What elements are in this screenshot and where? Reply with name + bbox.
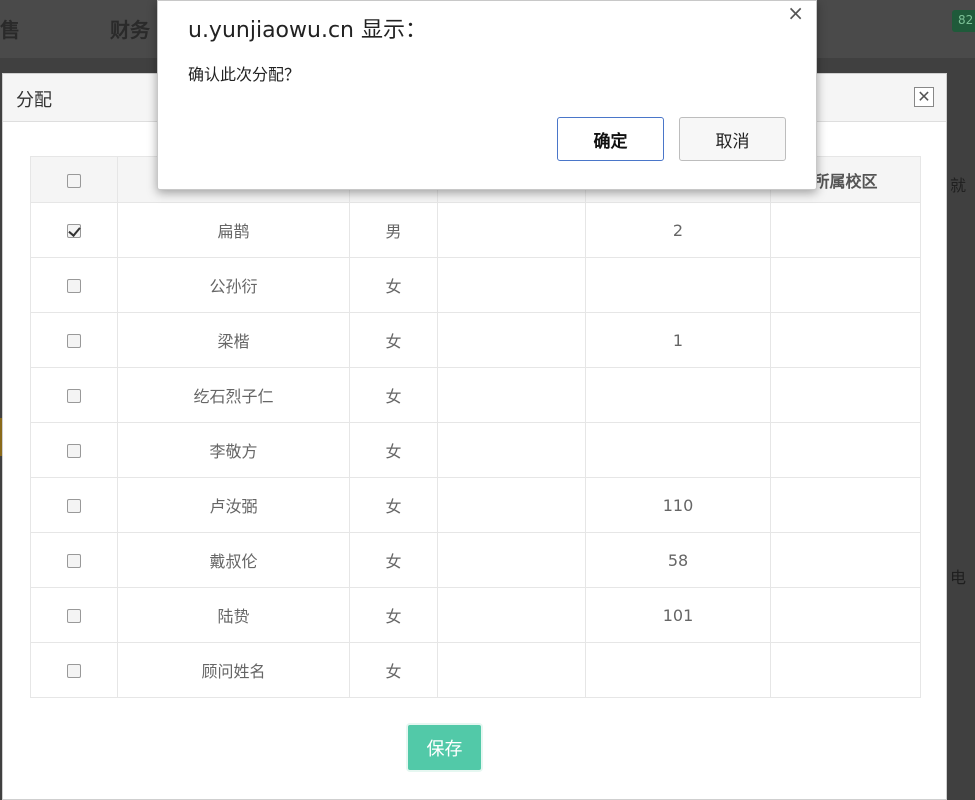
name-cell: 纥石烈子仁 xyxy=(117,367,350,423)
data-cell xyxy=(437,642,586,698)
table-row: 顾问姓名女 xyxy=(30,642,921,698)
confirm-message: 确认此次分配？ xyxy=(188,65,301,84)
row-checkbox[interactable] xyxy=(67,664,81,678)
background-text: 电 xyxy=(950,568,967,587)
data-cell xyxy=(437,367,586,423)
table-row: 公孙衍女 xyxy=(30,257,921,313)
table-row: 纥石烈子仁女 xyxy=(30,367,921,423)
table-row: 扁鹊男 2 xyxy=(30,202,921,258)
advisor-table: 所属校区 扁鹊男 2 公孙衍女梁楷女 1 纥石烈子仁女李敬方女卢汝弼女 110 戴叔伦女 58… xyxy=(30,156,921,698)
table-row: 戴叔伦女 58 xyxy=(30,532,921,588)
count-cell xyxy=(585,642,771,698)
count-cell: 101 xyxy=(585,587,771,643)
ok-button[interactable]: 确定 xyxy=(557,117,664,161)
gender-cell: 女 xyxy=(349,642,438,698)
select-all-cell xyxy=(30,156,118,203)
select-cell xyxy=(30,422,118,478)
select-cell xyxy=(30,312,118,368)
name-cell: 李敬方 xyxy=(117,422,350,478)
row-checkbox[interactable] xyxy=(67,444,81,458)
data-cell xyxy=(437,257,586,313)
modal-title: 分配 xyxy=(16,90,52,111)
select-cell xyxy=(30,532,118,588)
close-icon[interactable]: ✕ xyxy=(914,87,934,107)
cancel-button[interactable]: 取消 xyxy=(679,117,786,161)
gender-cell: 女 xyxy=(349,532,438,588)
campus-cell xyxy=(770,367,921,423)
data-cell xyxy=(437,422,586,478)
gender-cell: 女 xyxy=(349,422,438,478)
gender-cell: 女 xyxy=(349,257,438,313)
name-cell: 公孙衍 xyxy=(117,257,350,313)
confirm-title: u.yunjiaowu.cn 显示： xyxy=(188,18,427,43)
table-row: 卢汝弼女 110 xyxy=(30,477,921,533)
background-text: 就 xyxy=(950,176,967,195)
campus-cell xyxy=(770,642,921,698)
background-badge: 82 xyxy=(952,10,975,32)
background-nav-item: 财务 xyxy=(110,18,150,42)
gender-cell: 男 xyxy=(349,202,438,258)
count-cell: 110 xyxy=(585,477,771,533)
name-cell: 戴叔伦 xyxy=(117,532,350,588)
select-cell xyxy=(30,257,118,313)
row-checkbox[interactable] xyxy=(67,389,81,403)
data-cell xyxy=(437,477,586,533)
data-cell xyxy=(437,587,586,643)
count-cell xyxy=(585,422,771,478)
campus-cell xyxy=(770,477,921,533)
name-cell: 卢汝弼 xyxy=(117,477,350,533)
gender-cell: 女 xyxy=(349,367,438,423)
campus-cell xyxy=(770,532,921,588)
gender-cell: 女 xyxy=(349,312,438,368)
name-cell: 梁楷 xyxy=(117,312,350,368)
count-cell: 1 xyxy=(585,312,771,368)
row-checkbox[interactable] xyxy=(67,554,81,568)
name-cell: 扁鹊 xyxy=(117,202,350,258)
count-cell: 58 xyxy=(585,532,771,588)
select-cell xyxy=(30,642,118,698)
campus-cell xyxy=(770,422,921,478)
name-cell: 陆贽 xyxy=(117,587,350,643)
count-cell xyxy=(585,257,771,313)
save-button[interactable]: 保存 xyxy=(408,725,481,770)
gender-cell: 女 xyxy=(349,587,438,643)
count-cell: 2 xyxy=(585,202,771,258)
select-cell xyxy=(30,367,118,423)
background-nav-item: 售 xyxy=(0,18,20,42)
count-cell xyxy=(585,367,771,423)
table-row: 梁楷女 1 xyxy=(30,312,921,368)
row-checkbox[interactable] xyxy=(67,279,81,293)
row-checkbox[interactable] xyxy=(67,609,81,623)
table-row: 李敬方女 xyxy=(30,422,921,478)
name-cell: 顾问姓名 xyxy=(117,642,350,698)
campus-cell xyxy=(770,202,921,258)
row-checkbox[interactable] xyxy=(67,499,81,513)
data-cell xyxy=(437,202,586,258)
confirm-dialog: u.yunjiaowu.cn 显示： × 确认此次分配？ 确定 取消 xyxy=(157,0,817,190)
select-cell xyxy=(30,202,118,258)
data-cell xyxy=(437,312,586,368)
row-checkbox[interactable] xyxy=(67,334,81,348)
table-row: 陆贽女 101 xyxy=(30,587,921,643)
campus-cell xyxy=(770,312,921,368)
campus-cell xyxy=(770,257,921,313)
row-checkbox[interactable] xyxy=(67,224,81,238)
campus-cell xyxy=(770,587,921,643)
close-icon[interactable]: × xyxy=(787,1,804,25)
data-cell xyxy=(437,532,586,588)
select-cell xyxy=(30,477,118,533)
gender-cell: 女 xyxy=(349,477,438,533)
select-cell xyxy=(30,587,118,643)
select-all-checkbox[interactable] xyxy=(67,173,81,188)
